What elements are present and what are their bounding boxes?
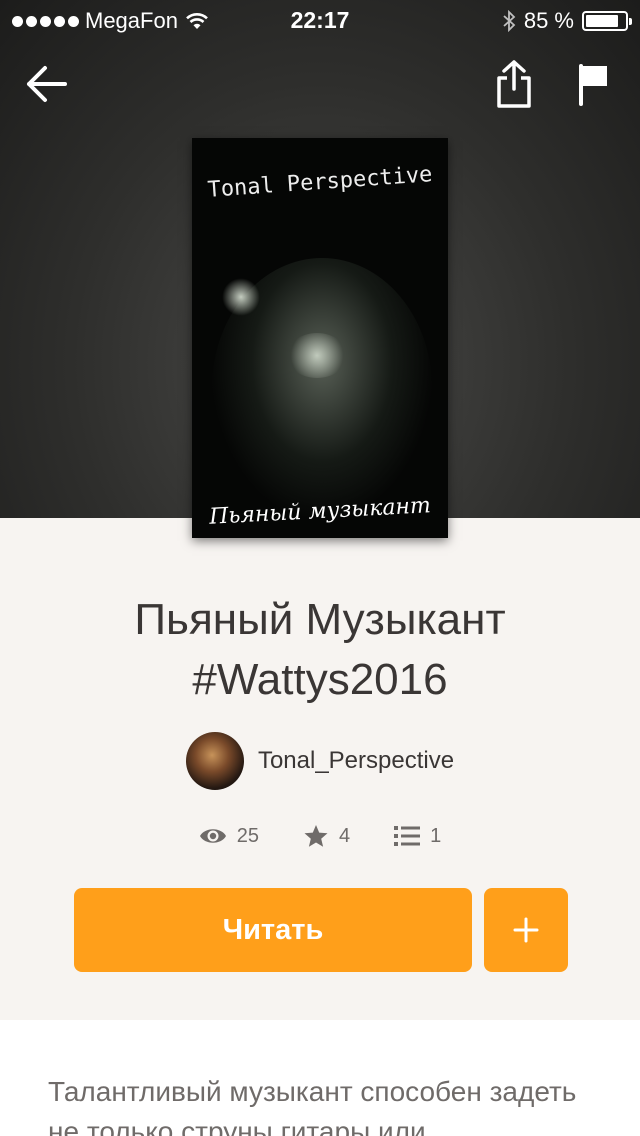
bluetooth-icon [503, 10, 516, 32]
votes-count: 4 [339, 824, 351, 847]
battery-percent: 85 % [523, 8, 574, 33]
story-title-line1: Пьяный Музыкант [134, 595, 506, 644]
eye-icon [199, 829, 226, 843]
read-button[interactable]: Читать [74, 888, 472, 972]
story-stats: 25 4 1 [0, 824, 640, 848]
cover-guitar [287, 333, 347, 378]
story-title-line2: #Wattys2016 [192, 655, 448, 704]
author-name[interactable]: Tonal_Perspective [258, 747, 454, 775]
add-to-library-button[interactable] [484, 888, 568, 972]
arrow-left-icon [27, 66, 67, 102]
votes-stat: 4 [303, 824, 350, 848]
report-button[interactable] [566, 56, 622, 112]
share-icon [497, 60, 531, 108]
parts-count: 1 [430, 824, 442, 847]
story-description: Талантливый музыкант способен задеть не … [48, 1076, 577, 1136]
cover-author-text: Tonal Perspective [206, 162, 434, 203]
story-cover[interactable]: Tonal Perspective Пьяный музыкант [192, 138, 448, 538]
cover-title-text: Пьяный музыкант [208, 493, 432, 530]
battery-icon [582, 11, 632, 31]
description-panel: Талантливый музыкант способен задеть не … [0, 1020, 640, 1136]
flag-icon [579, 64, 607, 106]
author-row[interactable]: Tonal_Perspective [0, 732, 640, 790]
share-button[interactable] [486, 56, 542, 112]
cover-light [222, 278, 260, 316]
star-icon [304, 825, 328, 847]
back-button[interactable] [18, 56, 74, 112]
avatar[interactable] [185, 732, 244, 790]
reads-stat: 25 [199, 825, 259, 848]
status-right: 85 % [502, 8, 632, 34]
reads-count: 25 [236, 824, 259, 847]
list-icon [394, 826, 421, 846]
parts-stat: 1 [394, 825, 441, 848]
plus-icon [513, 917, 539, 943]
status-bar: MegaFon 22:17 85 % [0, 0, 640, 40]
battery-fill [586, 15, 619, 27]
story-title: Пьяный Музыкант #Wattys2016 [0, 590, 640, 710]
